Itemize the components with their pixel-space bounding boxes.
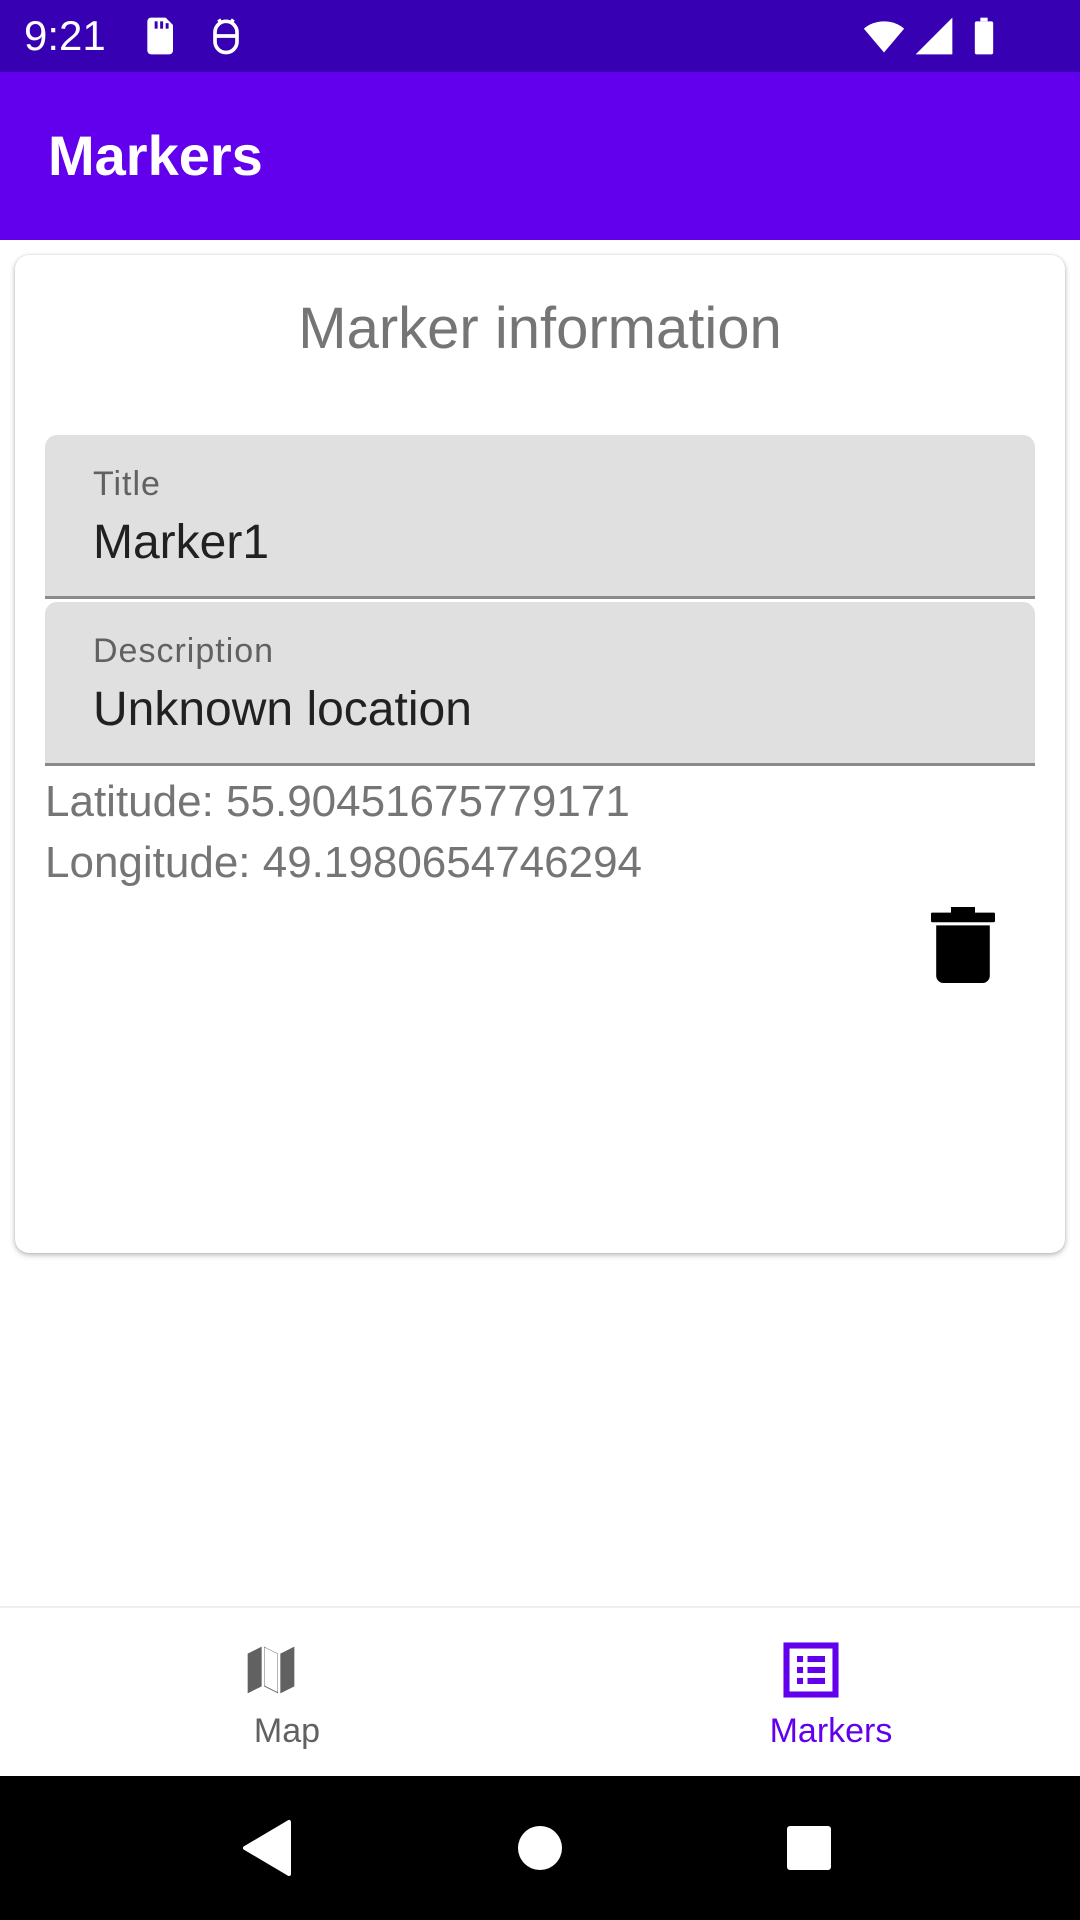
recents-button[interactable] (737, 1776, 881, 1920)
system-navigation-bar (0, 1776, 1080, 1920)
wifi-icon (862, 14, 906, 58)
delete-marker-button[interactable] (929, 907, 997, 983)
back-icon (243, 1820, 291, 1876)
card-heading: Marker information (298, 296, 782, 361)
title-field[interactable]: Title Marker1 (45, 435, 1035, 599)
list-icon (783, 1642, 839, 1698)
description-field-label: Description (93, 632, 275, 670)
longitude-text: Longitude: 49.1980654746294 (45, 838, 643, 887)
home-icon (518, 1826, 562, 1870)
cellular-signal-icon (912, 14, 956, 58)
android-debug-icon (204, 14, 248, 58)
map-icon (243, 1642, 299, 1698)
latitude-text: Latitude: 55.90451675779171 (45, 777, 630, 826)
description-field[interactable]: Description Unknown location (45, 602, 1035, 766)
status-time: 9:21 (24, 12, 106, 59)
nav-item-map[interactable]: Map (0, 1608, 540, 1776)
app-bar: Markers (0, 72, 1080, 240)
description-field-value[interactable]: Unknown location (93, 682, 472, 737)
marker-card: Marker information Title Marker1 Descrip… (15, 255, 1065, 1253)
markers-list: Marker information Title Marker1 Descrip… (0, 240, 1080, 1606)
title-field-value[interactable]: Marker1 (93, 515, 269, 570)
nav-item-markers[interactable]: Markers (540, 1608, 1080, 1776)
sd-card-icon (140, 14, 184, 58)
page-title: Markers (48, 124, 263, 187)
recents-icon (787, 1826, 831, 1870)
home-button[interactable] (468, 1776, 612, 1920)
trash-icon (931, 907, 995, 983)
battery-icon (962, 14, 1006, 58)
nav-label-map: Map (253, 1712, 321, 1750)
nav-label-markers: Markers (769, 1712, 893, 1750)
back-button[interactable] (197, 1776, 341, 1920)
bottom-navigation: Map Markers (0, 1606, 1080, 1776)
title-field-label: Title (93, 465, 161, 503)
status-bar: 9:21 (0, 0, 1080, 72)
